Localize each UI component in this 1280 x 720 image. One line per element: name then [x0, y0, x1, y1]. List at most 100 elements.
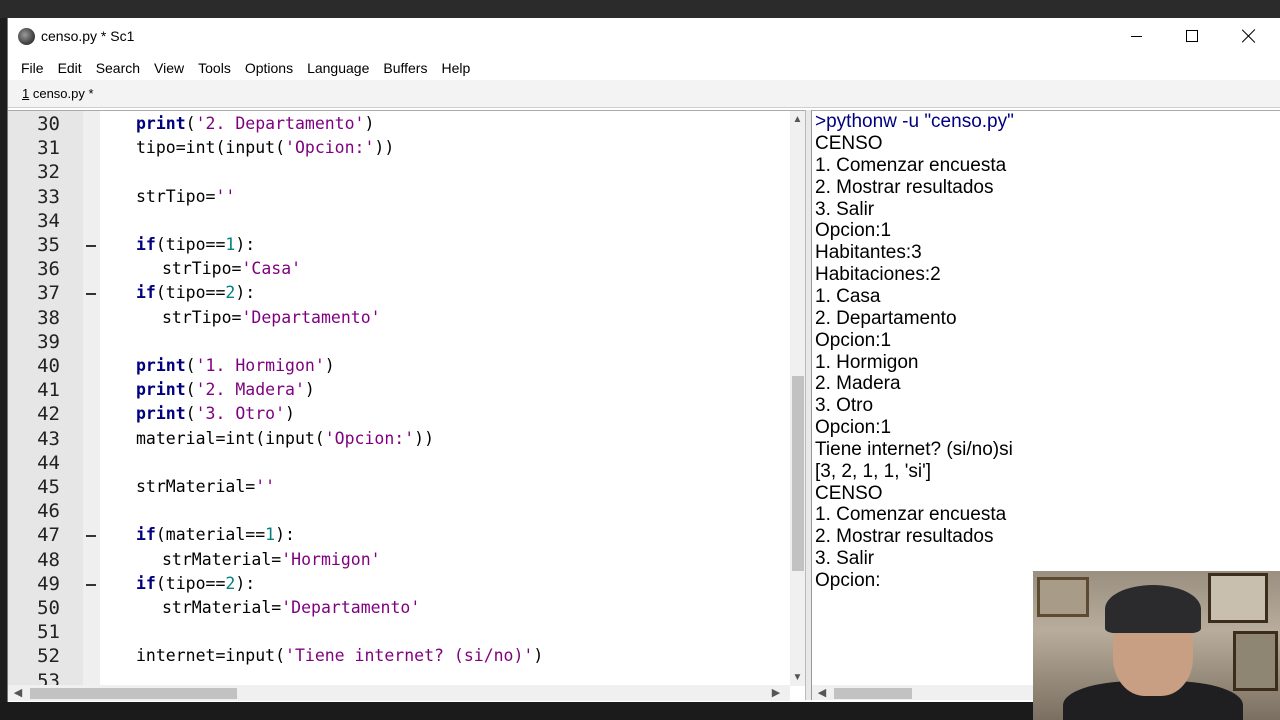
code-line[interactable]: strMaterial='Departamento' — [162, 596, 420, 620]
output-line: Tiene internet? (si/no)si — [815, 438, 1013, 460]
chevron-up-icon[interactable]: ▲ — [790, 111, 805, 128]
menu-options[interactable]: Options — [238, 56, 300, 80]
output-line: 1. Hormigon — [815, 351, 919, 373]
code-line[interactable]: print('3. Otro') — [136, 402, 295, 426]
code-line[interactable]: if(tipo==1): — [136, 233, 255, 257]
code-line[interactable]: strTipo='Departamento' — [162, 306, 381, 330]
output-line: CENSO — [815, 133, 883, 154]
code-line[interactable]: strTipo='Casa' — [162, 257, 301, 281]
line-number: 35 — [37, 234, 60, 256]
menu-help[interactable]: Help — [434, 56, 477, 80]
line-number: 30 — [37, 113, 60, 135]
line-number: 39 — [37, 330, 60, 353]
output-line: 2. Departamento — [815, 307, 957, 329]
close-icon — [1242, 29, 1256, 43]
title-bar: censo.py * Sc1 — [8, 18, 1280, 56]
editor-horizontal-scroll-thumb[interactable] — [30, 688, 237, 699]
line-number: 38 — [37, 306, 60, 329]
chevron-left-icon[interactable]: ◀ — [814, 685, 830, 700]
menu-bar: File Edit Search View Tools Options Lang… — [8, 56, 1280, 80]
fold-collapse-icon[interactable] — [86, 245, 96, 247]
line-number: 40 — [37, 355, 60, 377]
fold-collapse-icon[interactable] — [86, 535, 96, 538]
webcam-person-cap — [1105, 585, 1201, 633]
editor-horizontal-scrollbar[interactable]: ◀ ▶ — [8, 685, 790, 701]
output-command: >pythonw -u "censo.py" — [815, 111, 1014, 132]
code-line[interactable]: strMaterial='Hormigon' — [162, 548, 381, 572]
line-number: 47 — [37, 524, 60, 547]
editor-vertical-scroll-thumb[interactable] — [792, 376, 804, 571]
line-number: 48 — [37, 548, 60, 571]
line-number: 45 — [37, 476, 60, 498]
webcam-wall-frame — [1208, 573, 1268, 623]
line-number: 43 — [37, 427, 60, 450]
menu-view[interactable]: View — [147, 56, 191, 80]
chevron-right-icon[interactable]: ▶ — [768, 685, 784, 701]
menu-buffers[interactable]: Buffers — [376, 56, 434, 80]
output-line: Opcion:1 — [815, 417, 892, 439]
output-line: Opcion:1 — [815, 329, 892, 351]
output-line: CENSO — [815, 482, 883, 504]
chevron-down-icon[interactable]: ▼ — [790, 669, 805, 686]
code-line[interactable]: print('2. Departamento') — [136, 112, 374, 136]
menu-tools[interactable]: Tools — [191, 56, 238, 80]
desktop-background — [0, 0, 1280, 18]
webcam-wall-frame — [1037, 577, 1089, 617]
line-number: 32 — [37, 161, 60, 184]
line-number: 34 — [37, 209, 60, 232]
code-text-area[interactable]: print('2. Departamento') tipo=int(input('… — [100, 111, 790, 700]
line-number: 51 — [37, 621, 60, 644]
code-line[interactable]: if(material==1): — [136, 523, 295, 547]
code-line[interactable]: if(tipo==2): — [136, 281, 255, 305]
menu-search[interactable]: Search — [89, 56, 147, 80]
line-number: 49 — [37, 572, 60, 595]
output-line: 3. Salir — [815, 548, 875, 570]
line-number: 46 — [37, 500, 60, 523]
code-line[interactable]: internet=input('Tiene internet? (si/no)'… — [136, 644, 543, 668]
tab-censo-py[interactable]: 1 censo.py * — [14, 82, 102, 106]
window-title: censo.py * Sc1 — [41, 28, 135, 44]
output-line: 2. Mostrar resultados — [815, 526, 994, 548]
output-line: 2. Mostrar resultados — [815, 176, 994, 198]
fold-collapse-icon[interactable] — [86, 583, 96, 586]
close-button[interactable] — [1221, 18, 1277, 54]
code-line[interactable]: tipo=int(input('Opcion:')) — [136, 136, 394, 160]
line-number: 42 — [37, 403, 60, 426]
code-line[interactable]: print('2. Madera') — [136, 378, 315, 402]
scite-app-icon — [18, 28, 35, 45]
menu-language[interactable]: Language — [300, 56, 376, 80]
menu-file[interactable]: File — [14, 56, 51, 80]
maximize-icon — [1186, 30, 1198, 42]
pane-splitter[interactable] — [805, 110, 812, 700]
line-number: 37 — [37, 282, 60, 305]
menu-edit[interactable]: Edit — [51, 56, 89, 80]
line-number: 44 — [37, 451, 60, 474]
output-line: 3. Salir — [815, 198, 875, 220]
chevron-left-icon[interactable]: ◀ — [10, 685, 26, 701]
output-line: Habitaciones:2 — [815, 264, 941, 286]
code-line[interactable]: material=int(input('Opcion:')) — [136, 427, 434, 451]
line-number: 36 — [37, 258, 60, 281]
output-line: 3. Otro — [815, 395, 874, 417]
output-line: Opcion: — [815, 570, 881, 591]
output-line: 1. Comenzar encuesta — [815, 154, 1007, 176]
maximize-button[interactable] — [1164, 18, 1220, 54]
output-horizontal-scroll-thumb[interactable] — [834, 688, 912, 699]
output-line: Opcion:1 — [815, 220, 892, 242]
code-line[interactable]: strMaterial='' — [136, 475, 275, 499]
output-line: 1. Casa — [815, 285, 881, 307]
code-line[interactable]: print('1. Hormigon') — [136, 354, 335, 378]
webcam-overlay — [1033, 571, 1280, 720]
taskbar-strip — [0, 702, 1033, 720]
line-number: 31 — [37, 137, 60, 160]
fold-collapse-icon[interactable] — [86, 293, 96, 296]
minimize-button[interactable] — [1108, 18, 1164, 54]
minimize-icon — [1130, 35, 1142, 37]
editor-vertical-scrollbar[interactable]: ▲ ▼ — [790, 111, 805, 686]
code-line[interactable]: if(tipo==2): — [136, 572, 255, 596]
line-number: 50 — [37, 597, 60, 619]
fold-margin[interactable] — [83, 111, 100, 700]
code-line[interactable]: strTipo='' — [136, 185, 235, 209]
output-line: 2. Madera — [815, 373, 901, 395]
code-editor[interactable]: 30 31 32 33 34 35 36 37 38 39 40 41 42 43 44 45 46 47 48 49… — [8, 110, 805, 720]
